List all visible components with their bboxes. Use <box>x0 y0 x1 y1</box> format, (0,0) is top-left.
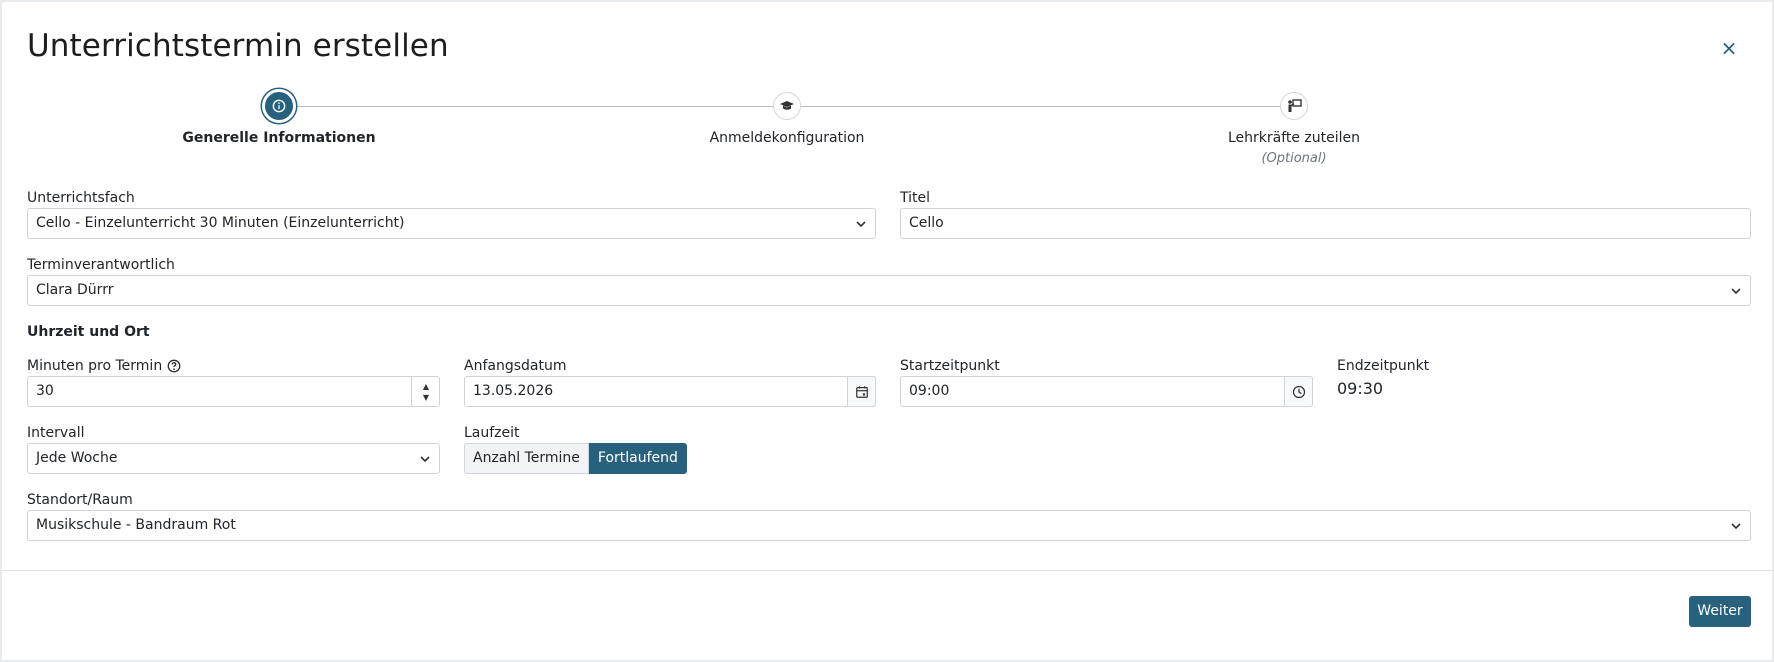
start-time-label: Startzeitpunkt <box>900 358 1000 374</box>
responsible-select[interactable]: Clara Dürrr <box>27 275 1751 306</box>
help-icon[interactable] <box>167 359 181 373</box>
info-icon <box>272 99 286 113</box>
interval-select[interactable]: Jede Woche <box>27 443 440 474</box>
subject-value: Cello - Einzelunterricht 30 Minuten (Ein… <box>36 215 405 231</box>
minutes-spinner[interactable]: ▲ ▼ <box>411 376 440 407</box>
start-date-label: Anfangsdatum <box>464 358 567 374</box>
interval-label: Intervall <box>27 425 85 441</box>
subject-select[interactable]: Cello - Einzelunterricht 30 Minuten (Ein… <box>27 208 876 239</box>
spinner-down-icon[interactable]: ▼ <box>423 392 429 403</box>
create-lesson-dialog: Unterrichtstermin erstellen × Generelle … <box>2 2 1772 660</box>
step-3-label: Lehrkräfte zuteilen <box>1227 130 1361 146</box>
clock-icon <box>1292 385 1305 398</box>
dialog-title: Unterrichtstermin erstellen <box>27 28 449 64</box>
duration-count-button[interactable]: Anzahl Termine <box>464 443 589 474</box>
title-input[interactable]: Cello <box>900 208 1751 239</box>
spinner-up-icon[interactable]: ▲ <box>423 381 429 392</box>
chevron-down-icon <box>1731 288 1741 295</box>
interval-value: Jede Woche <box>36 450 118 466</box>
chevron-down-icon <box>420 456 430 463</box>
graduation-cap-icon <box>780 101 794 110</box>
start-date-input[interactable]: 13.05.2026 <box>464 376 876 407</box>
step-2-graduation-cap-icon[interactable] <box>773 92 801 120</box>
next-button[interactable]: Weiter <box>1689 596 1751 627</box>
end-time-value: 09:30 <box>1337 379 1384 398</box>
step-1-label: Generelle Informationen <box>182 130 376 146</box>
duration-ongoing-button[interactable]: Fortlaufend <box>588 443 687 474</box>
step-2-label: Anmeldekonfiguration <box>709 130 865 146</box>
chevron-down-icon <box>1731 523 1741 530</box>
teacher-board-icon <box>1288 99 1302 112</box>
minutes-label-text: Minuten pro Termin <box>27 358 163 374</box>
duration-toggle-group: Anzahl Termine Fortlaufend <box>464 443 687 474</box>
minutes-label: Minuten pro Termin <box>27 358 181 374</box>
duration-label: Laufzeit <box>464 425 520 441</box>
calendar-icon <box>855 385 868 398</box>
calendar-button[interactable] <box>847 376 876 407</box>
minutes-stepper[interactable]: 30 ▲ ▼ <box>27 376 440 407</box>
subject-label: Unterrichtsfach <box>27 190 135 206</box>
close-icon[interactable]: × <box>1719 38 1739 58</box>
start-time-value: 09:00 <box>909 383 950 399</box>
section-heading-time-location: Uhrzeit und Ort <box>27 324 150 340</box>
step-3-teacher-icon[interactable] <box>1280 92 1308 120</box>
title-value: Cello <box>909 215 944 231</box>
location-label: Standort/Raum <box>27 492 133 508</box>
title-label: Titel <box>900 190 931 206</box>
minutes-value: 30 <box>36 383 54 399</box>
footer-divider <box>2 570 1772 571</box>
location-value: Musikschule - Bandraum Rot <box>36 517 236 533</box>
responsible-value: Clara Dürrr <box>36 282 114 298</box>
step-3-optional-label: (Optional) <box>1261 151 1327 166</box>
start-date-value: 13.05.2026 <box>473 383 554 399</box>
end-time-label: Endzeitpunkt <box>1337 358 1430 374</box>
clock-button[interactable] <box>1284 376 1313 407</box>
chevron-down-icon <box>856 221 866 228</box>
responsible-label: Terminverantwortlich <box>27 257 175 273</box>
location-select[interactable]: Musikschule - Bandraum Rot <box>27 510 1751 541</box>
start-time-input[interactable]: 09:00 <box>900 376 1313 407</box>
step-1-info-icon[interactable] <box>262 89 296 123</box>
